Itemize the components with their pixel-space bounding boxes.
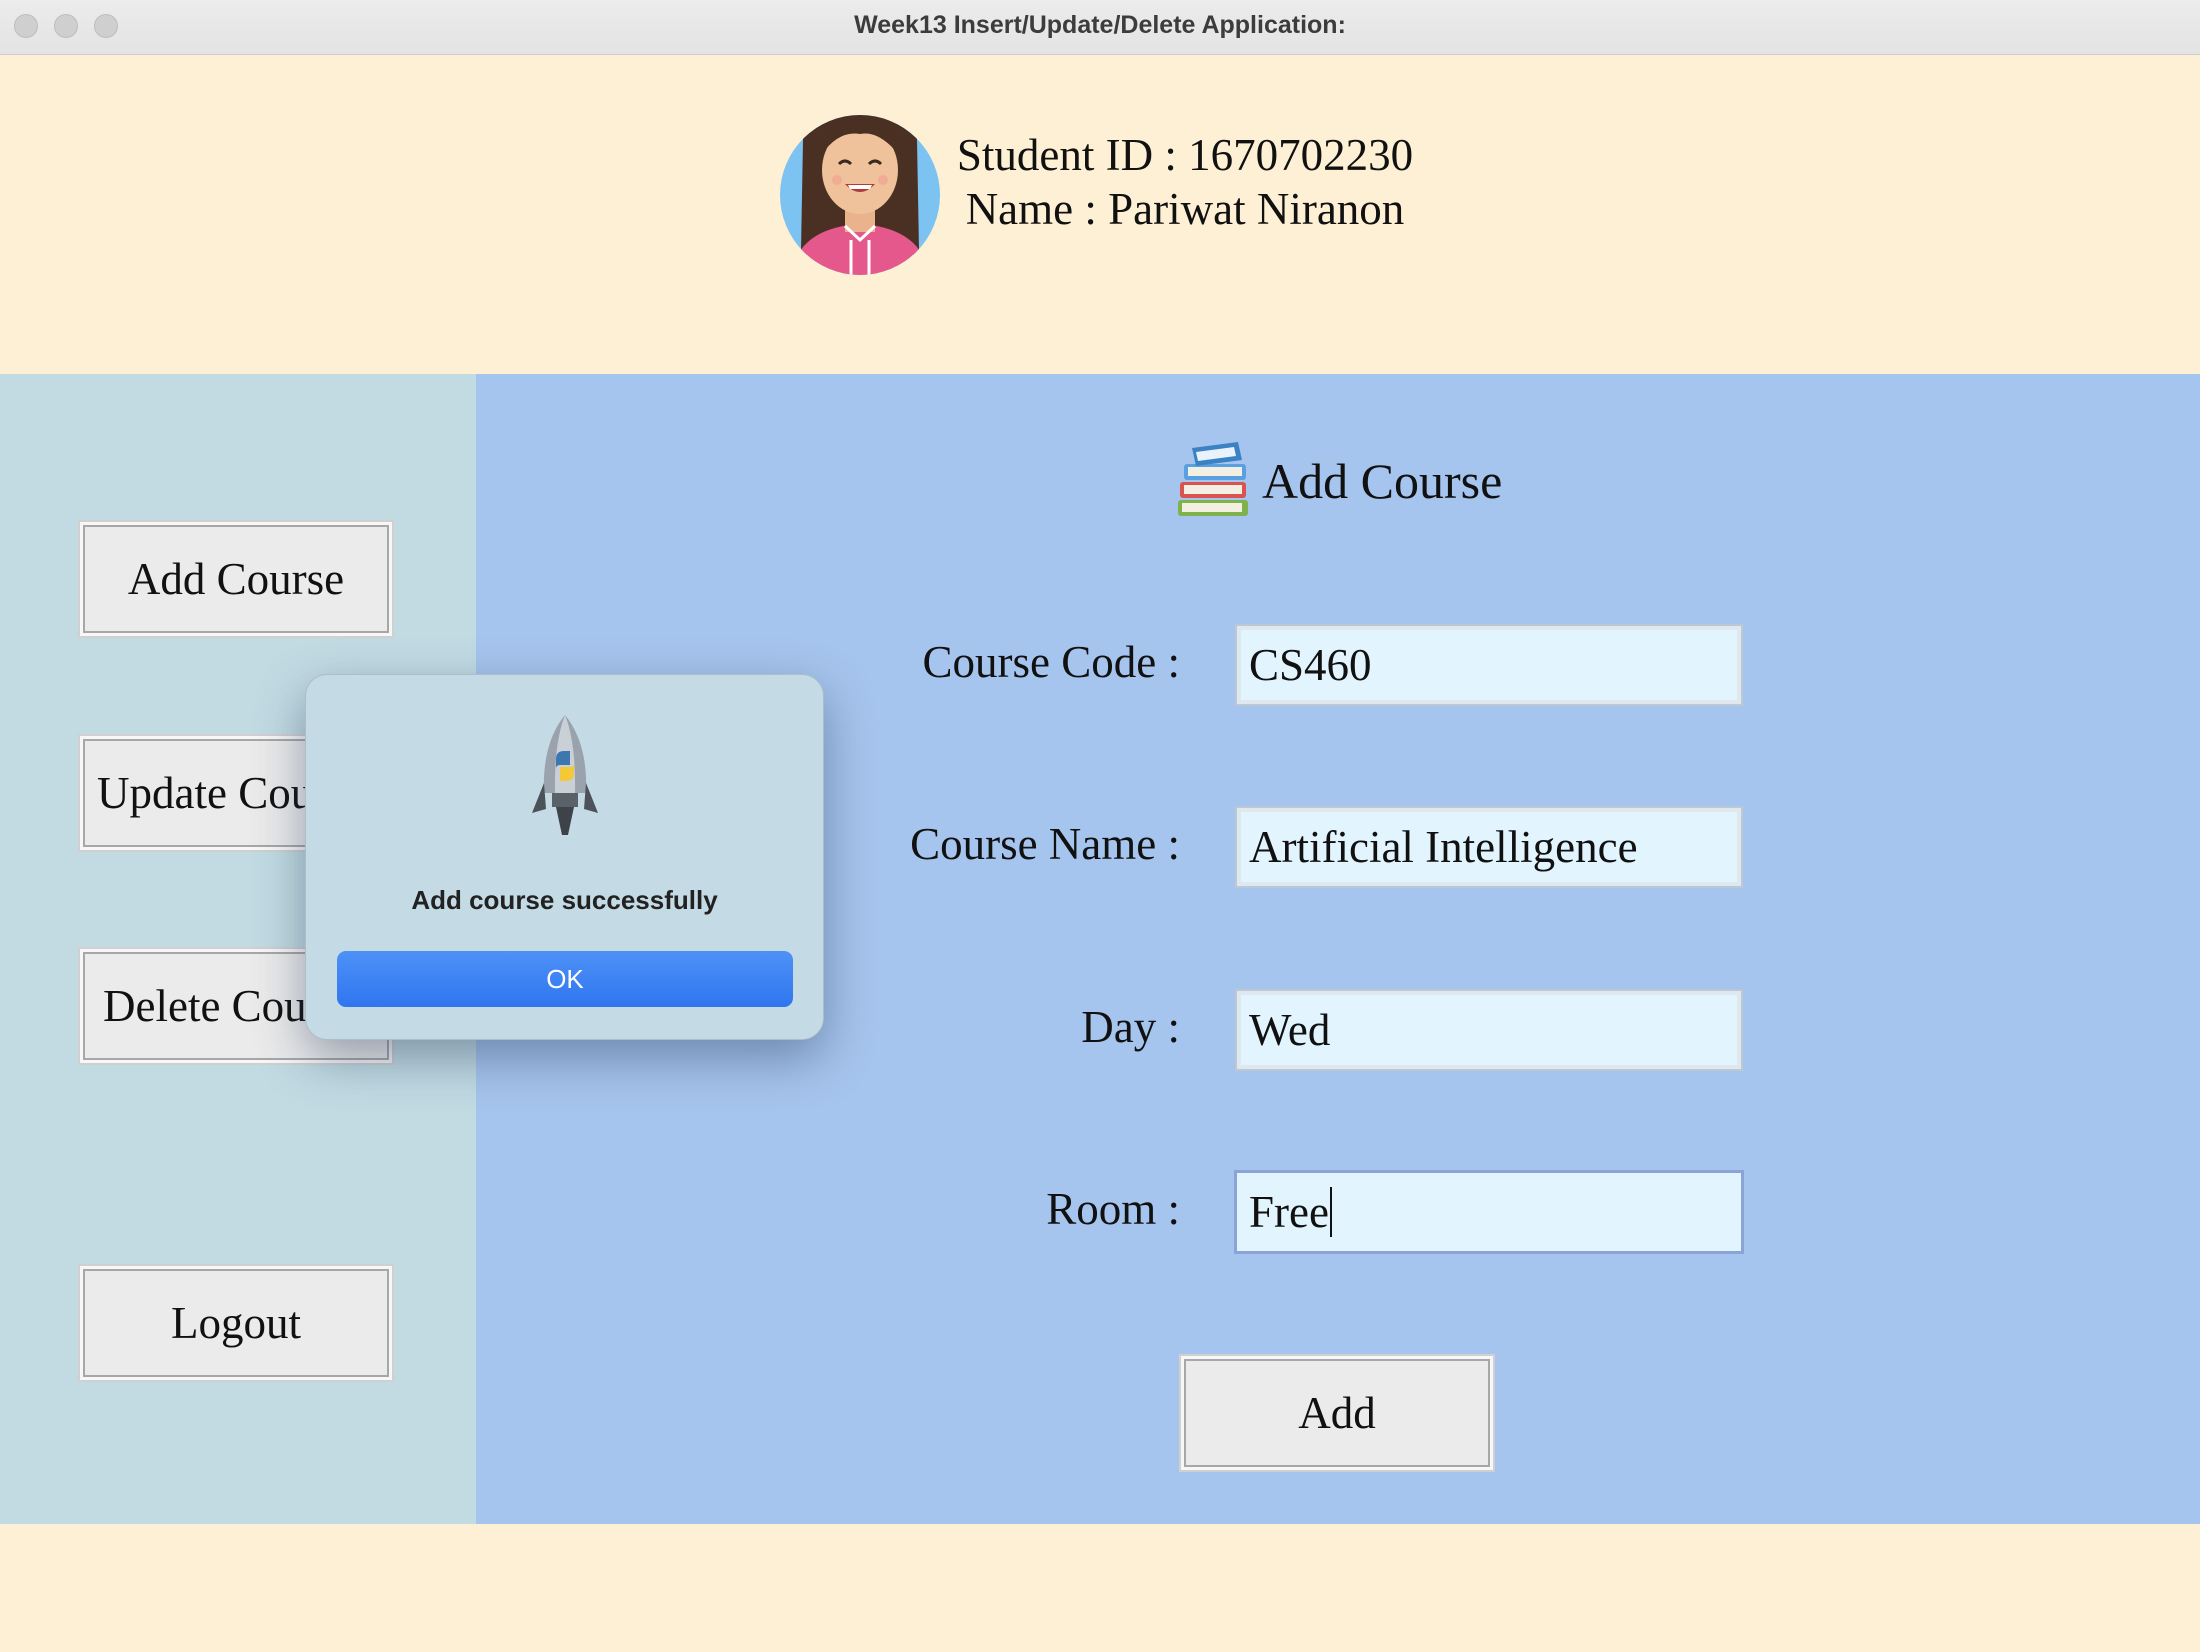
student-name-text: Name : Pariwat Niranon — [965, 184, 1405, 234]
ok-button[interactable]: OK — [337, 951, 793, 1007]
course-code-value: CS460 — [1249, 640, 1372, 690]
day-label: Day : — [1081, 1002, 1180, 1052]
profile-header: Student ID : 1670702230 Name : Pariwat N… — [0, 55, 2200, 374]
room-value: Free — [1249, 1187, 1329, 1237]
student-info: Student ID : 1670702230 Name : Pariwat N… — [950, 128, 1420, 236]
room-label: Room : — [1046, 1184, 1180, 1234]
course-code-input[interactable]: CS460 — [1235, 624, 1743, 706]
sidebar-add-course-button[interactable]: Add Course — [78, 520, 394, 638]
sidebar-item-label: Add Course — [127, 554, 345, 604]
course-name-input[interactable]: Artificial Intelligence — [1235, 806, 1743, 888]
add-button[interactable]: Add — [1179, 1354, 1495, 1472]
title-bar: Week13 Insert/Update/Delete Application: — [0, 0, 2200, 55]
course-name-value: Artificial Intelligence — [1249, 822, 1638, 872]
add-button-label: Add — [1298, 1388, 1376, 1438]
logout-button[interactable]: Logout — [78, 1264, 394, 1382]
day-value: Wed — [1249, 1005, 1331, 1055]
alert-dialog: Add course successfully OK — [305, 674, 824, 1040]
python-launcher-icon — [532, 715, 598, 835]
text-caret — [1329, 1187, 1332, 1237]
ok-button-label: OK — [546, 963, 584, 994]
room-input[interactable]: Free — [1234, 1170, 1744, 1254]
footer — [0, 1524, 2200, 1652]
day-input[interactable]: Wed — [1235, 989, 1743, 1071]
dialog-message: Add course successfully — [411, 885, 718, 915]
course-name-label: Course Name : — [910, 819, 1180, 869]
student-avatar — [780, 115, 940, 275]
course-code-label: Course Code : — [922, 637, 1180, 687]
page-title: Add Course — [1172, 436, 1502, 526]
page-title-text: Add Course — [1262, 453, 1503, 509]
window-title: Week13 Insert/Update/Delete Application: — [854, 11, 1346, 39]
student-id-text: Student ID : 1670702230 — [956, 130, 1414, 180]
books-icon — [1178, 442, 1248, 516]
sidebar-item-label: Logout — [171, 1298, 301, 1348]
